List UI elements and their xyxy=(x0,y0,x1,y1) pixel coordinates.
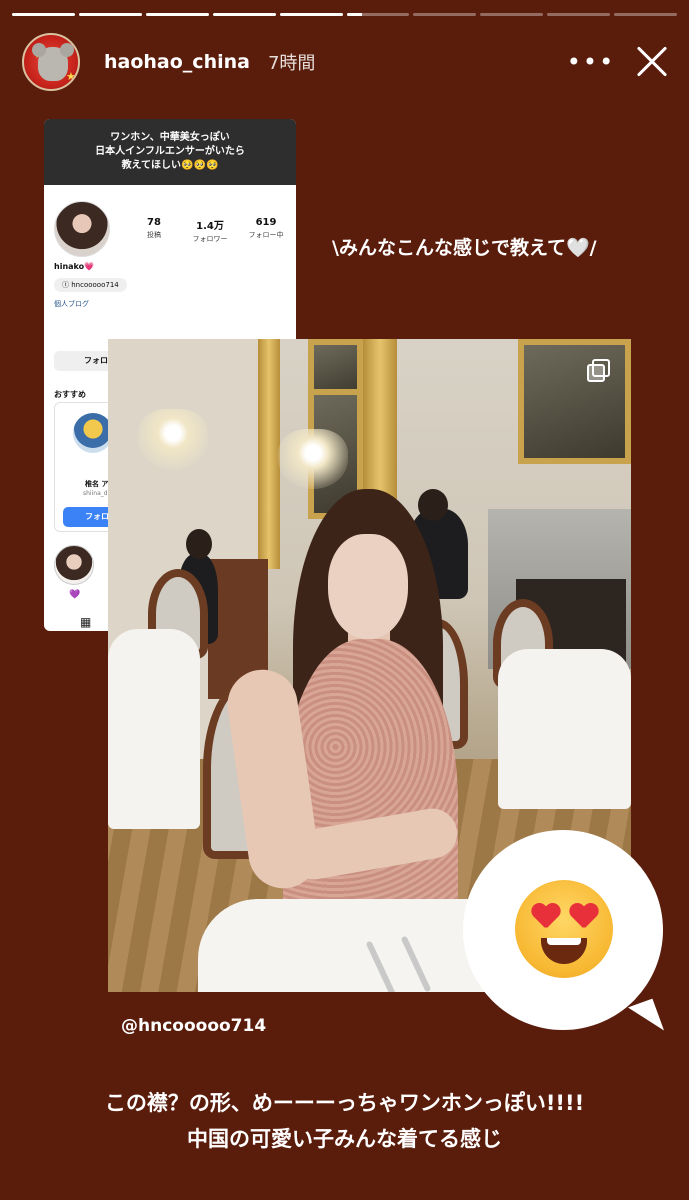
suggestion-avatar xyxy=(73,413,113,453)
bottom-caption: この襟？の形、めーーーっちゃワンホンっぽい!!!! 中国の可愛い子みんな着てる感… xyxy=(0,1085,689,1157)
story-progress xyxy=(12,13,678,16)
progress-segment xyxy=(614,13,678,16)
username[interactable]: haohao_china xyxy=(104,51,250,73)
caption-line: この襟？の形、めーーーっちゃワンホンっぽい!!!! xyxy=(104,1091,585,1115)
progress-segment xyxy=(279,13,343,16)
story-header: ★ ★ ★ haohao_china 7時間 ••• xyxy=(22,32,671,92)
grid-icon: ▦ xyxy=(80,615,92,629)
highlight-avatar xyxy=(54,545,94,585)
more-icon: ••• xyxy=(566,48,616,76)
suggestion-card: 椎名 ア shiina_d フォロ xyxy=(54,402,119,532)
suggestion-handle: shiina_d xyxy=(83,490,108,497)
suggestion-name: 椎名 ア xyxy=(85,480,109,488)
progress-segment xyxy=(547,13,611,16)
banner-line: ワンホン、中華美女っぽい xyxy=(110,132,230,143)
banner-line: 日本人インフルエンサーがいたら xyxy=(95,146,245,157)
more-options-button[interactable]: ••• xyxy=(567,42,613,82)
progress-segment xyxy=(413,13,477,16)
progress-segment xyxy=(212,13,276,16)
profile-avatar[interactable]: ★ ★ ★ xyxy=(22,33,80,91)
embedded-avatar xyxy=(54,201,110,257)
progress-segment xyxy=(145,13,209,16)
progress-segment xyxy=(346,13,410,16)
highlight-heart-icon: 💜 xyxy=(69,590,81,600)
side-caption: \みんなこんな感じで教えて🤍/ xyxy=(332,237,597,259)
stat-posts: 78 投稿 xyxy=(147,217,161,239)
threads-badge: ⓣ hncooooo714 xyxy=(54,278,127,292)
stat-following: 619 フォロー中 xyxy=(248,217,284,239)
panda-character-icon xyxy=(32,43,74,81)
post-time: 7時間 xyxy=(267,53,316,74)
close-button[interactable] xyxy=(631,42,671,82)
banner-line: 教えてほしい🥺🥺🥺 xyxy=(121,160,219,171)
progress-segment xyxy=(480,13,544,16)
mention-handle[interactable]: @hncooooo714 xyxy=(121,1016,266,1036)
stat-followers: 1.4万 フォロワー xyxy=(192,221,228,243)
progress-segment xyxy=(78,13,142,16)
progress-segment xyxy=(12,13,75,16)
caption-line: 中国の可愛い子みんな着てる感じ xyxy=(187,1127,502,1151)
carousel-icon xyxy=(587,359,611,383)
screenshot-question-banner: ワンホン、中華美女っぽい 日本人インフルエンサーがいたら 教えてほしい🥺🥺🥺 xyxy=(44,119,296,185)
blog-link: 個人ブログ xyxy=(54,300,89,308)
emoji-sticker xyxy=(463,830,663,1030)
heart-eyes-emoji-icon xyxy=(515,880,613,978)
recommend-label: おすすめ xyxy=(54,390,86,399)
embedded-profile-name: hinako💗 xyxy=(54,262,95,271)
profile-stats: 78 投稿 1.4万 フォロワー 619 フォロー中 xyxy=(126,217,296,244)
